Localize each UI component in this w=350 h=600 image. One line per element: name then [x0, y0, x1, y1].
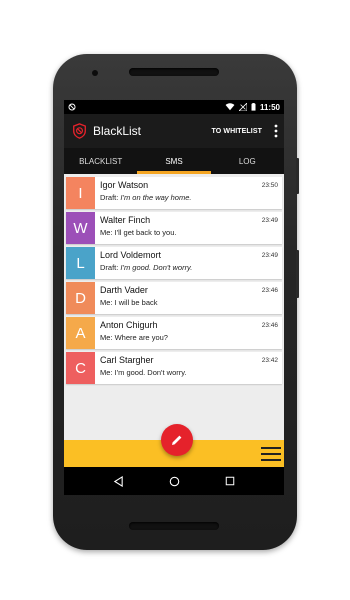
volume-button [296, 250, 299, 298]
recents-icon[interactable] [225, 476, 235, 486]
conversation-list: I Igor Watson 23:50 Draft: I'm on the way h… [64, 174, 284, 384]
conversation-row[interactable]: W Walter Finch 23:49 Me: I'll get back to y… [66, 212, 282, 244]
message-preview: Me: Where are you? [100, 333, 278, 342]
blacklist-shield-icon [73, 123, 86, 139]
tab-log[interactable]: LOG [211, 148, 284, 174]
message-prefix: Draft: [100, 263, 121, 272]
to-whitelist-button[interactable]: TO WHITELIST [212, 128, 262, 135]
message-time: 23:46 [261, 322, 278, 329]
contact-name: Darth Vader [100, 285, 148, 295]
power-button [296, 158, 299, 194]
conversation-body: Darth Vader 23:46 Me: I will be back [95, 282, 282, 314]
conversation-body: Lord Voldemort 23:49 Draft: I'm good. Don'… [95, 247, 282, 279]
message-time: 23:42 [261, 357, 278, 364]
message-time: 23:50 [261, 182, 278, 189]
overflow-menu-icon[interactable] [274, 124, 278, 138]
message-preview: Draft: I'm good. Don't worry. [100, 263, 278, 272]
earpiece-speaker [129, 68, 219, 76]
tab-blacklist[interactable]: BLACKLIST [64, 148, 137, 174]
conversation-body: Anton Chigurh 23:46 Me: Where are you? [95, 317, 282, 349]
message-prefix: Draft: [100, 193, 121, 202]
message-preview: Me: I'll get back to you. [100, 228, 278, 237]
blocked-notification-icon [68, 103, 76, 111]
back-icon[interactable] [113, 475, 124, 487]
avatar: A [66, 317, 95, 349]
contact-name: Walter Finch [100, 215, 151, 225]
conversation-body: Igor Watson 23:50 Draft: I'm on the way ho… [95, 177, 282, 209]
hamburger-icon[interactable] [261, 447, 281, 465]
wifi-icon [225, 103, 235, 111]
message-preview: Draft: I'm on the way home. [100, 193, 278, 202]
contact-name: Anton Chigurh [100, 320, 158, 330]
battery-icon [251, 103, 256, 111]
avatar: D [66, 282, 95, 314]
avatar: I [66, 177, 95, 209]
front-camera [92, 70, 98, 76]
message-prefix: Me: [100, 368, 115, 377]
avatar: L [66, 247, 95, 279]
message-preview: Me: I will be back [100, 298, 278, 307]
avatar: C [66, 352, 95, 384]
message-text: I'm on the way home. [120, 193, 192, 202]
conversation-body: Carl Stargher 23:42 Me: I'm good. Don't wo… [95, 352, 282, 384]
pencil-icon [172, 435, 182, 445]
status-bar: 11:50 [64, 100, 284, 114]
message-time: 23:49 [261, 217, 278, 224]
conversation-row[interactable]: I Igor Watson 23:50 Draft: I'm on the way h… [66, 177, 282, 209]
screen: 11:50 BlackList TO WHITELIST BLACKLIST S… [64, 100, 284, 495]
signal-icon [238, 103, 247, 111]
compose-fab[interactable] [161, 424, 193, 456]
app-toolbar: BlackList TO WHITELIST [64, 114, 284, 148]
avatar: W [66, 212, 95, 244]
message-prefix: Me: [100, 298, 115, 307]
android-nav-bar [64, 467, 284, 495]
message-preview: Me: I'm good. Don't worry. [100, 368, 278, 377]
app-title: BlackList [93, 124, 142, 138]
tab-bar: BLACKLIST SMS LOG [64, 148, 284, 174]
message-text: I'm good. Don't worry. [114, 368, 187, 377]
tab-sms[interactable]: SMS [137, 148, 211, 174]
message-text: I'm good. Don't worry. [120, 263, 193, 272]
contact-name: Lord Voldemort [100, 250, 162, 260]
conversation-row[interactable]: L Lord Voldemort 23:49 Draft: I'm good. Don… [66, 247, 282, 279]
message-text: I'll get back to you. [114, 228, 177, 237]
message-time: 23:49 [261, 252, 278, 259]
message-text: I will be back [114, 298, 158, 307]
conversation-body: Walter Finch 23:49 Me: I'll get back to yo… [95, 212, 282, 244]
bottom-speaker [129, 522, 219, 530]
contact-name: Carl Stargher [100, 355, 154, 365]
conversation-row[interactable]: C Carl Stargher 23:42 Me: I'm good. Don't w… [66, 352, 282, 384]
message-prefix: Me: [100, 228, 115, 237]
conversation-row[interactable]: A Anton Chigurh 23:46 Me: Where are you? [66, 317, 282, 349]
message-prefix: Me: [100, 333, 115, 342]
home-icon[interactable] [169, 476, 180, 487]
contact-name: Igor Watson [100, 180, 149, 190]
conversation-row[interactable]: D Darth Vader 23:46 Me: I will be back [66, 282, 282, 314]
message-time: 23:46 [261, 287, 278, 294]
message-text: Where are you? [114, 333, 168, 342]
status-time: 11:50 [259, 102, 280, 112]
